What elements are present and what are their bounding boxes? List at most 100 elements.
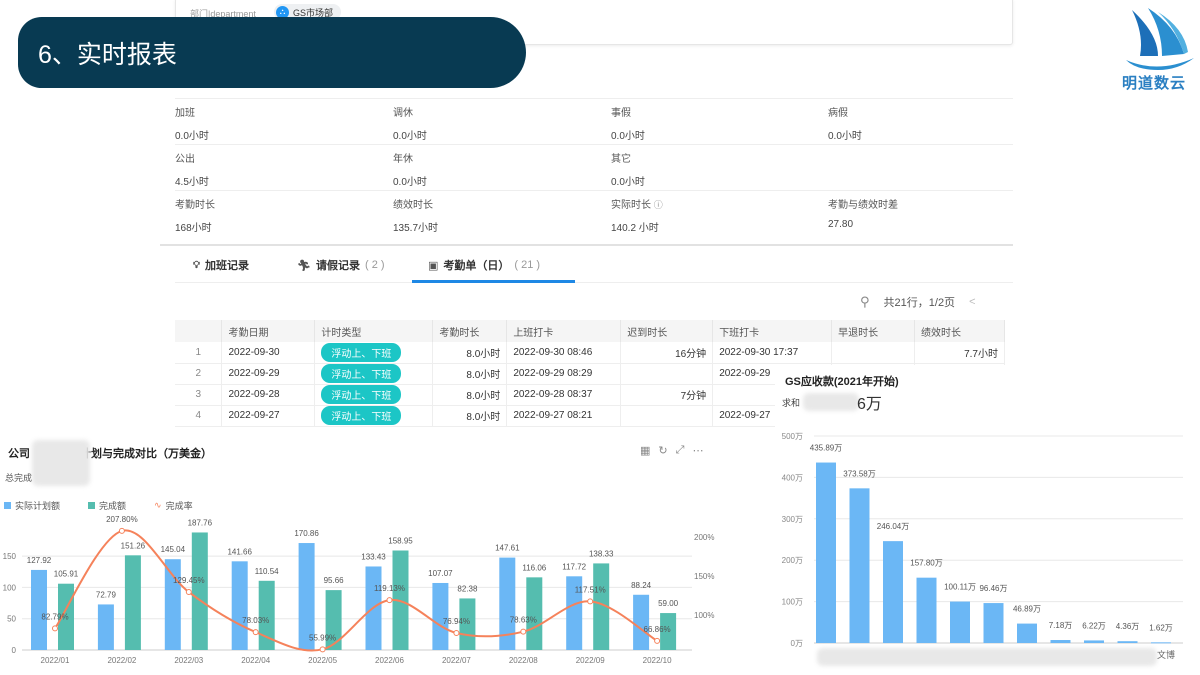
tab-daily-attendance[interactable]: ▣ 考勤单（日） ( 21 ) [428,256,540,274]
stat-value: 0.0小时 [393,177,427,188]
table-header-row: 考勤日期 计时类型 考勤时长 上班打卡 迟到时长 下班打卡 早退时长 绩效时长 [175,320,1005,342]
stat-attendance-hours: 考勤时长 168小时 [175,196,215,234]
x-tick-label: 2022/07 [442,656,471,665]
stats-row: 公出 4.5小时 年休 0.0小时 其它 0.0小时 [175,144,1013,190]
rate-point [520,628,527,635]
x-tick-label: 2022/08 [509,656,538,665]
bar-plan [231,561,248,650]
rate-label: 129.45% [173,576,205,585]
col-checkout[interactable]: 下班打卡 [712,320,833,342]
bar-label: 133.43 [361,552,386,561]
slide-title: 6、实时报表 [18,17,526,88]
stat-value: 0.0小时 [828,131,862,142]
x-tick-label: 2022/03 [174,656,203,665]
rate-point [118,527,125,534]
table-cell: 浮动上、下班 [314,363,434,385]
y-tick-label: 150 [3,552,17,561]
stat-sick-leave: 病假 0.0小时 [828,104,862,142]
bar [1017,623,1037,643]
table-toolbar: ⚲ 共21行，1/2页 < [860,294,976,310]
y-tick-label: 200万 [782,556,803,565]
bar-label: 46.89万 [1013,605,1041,614]
col-date[interactable]: 考勤日期 [221,320,316,342]
rate-point [453,629,460,636]
tab-leave-records[interactable]: 🏃︎ 请假记录 ( 2 ) [297,256,385,274]
bar-label: 1.62万 [1149,623,1173,632]
tab-overtime-records[interactable]: 💡︎ 加班记录 [193,256,249,274]
stat-label: 考勤时长 [175,200,215,211]
bar-done [191,532,208,650]
bar-label: 157.80万 [910,559,942,568]
bar-plan [164,559,181,650]
col-checkin[interactable]: 上班打卡 [506,320,622,342]
stat-other: 其它 0.0小时 [611,150,645,188]
stat-value: 168小时 [175,223,212,234]
stat-label: 加班 [175,108,195,119]
info-icon[interactable]: ⓘ [654,200,663,210]
search-icon[interactable]: ⚲ [860,294,870,310]
stat-label: 公出 [175,154,195,165]
table-cell: 8.0小时 [432,342,508,364]
rate-point [319,646,326,653]
col-early-leave[interactable]: 早退时长 [831,320,916,342]
stat-label: 病假 [828,108,848,119]
rate-label: 82.79% [41,612,68,621]
bar [849,488,870,643]
table-row[interactable]: 1 2022-09-30 浮动上、下班 8.0小时 2022-09-30 08:46 16… [175,342,1005,364]
plan-vs-completion-chart-panel: 公司 计划与完成对比（万美金） 总完成 ▦ ↻ ⤢ ⋯ 实际计划额 完成额 ∿ 完成… [0,432,720,675]
slide-title-text: 6、实时报表 [38,40,177,69]
table-cell: 2022-09-27 08:21 [506,405,622,427]
stat-label: 年休 [393,154,413,165]
col-late[interactable]: 迟到时长 [620,320,714,342]
table-cell: 2022-09-30 17:37 [712,342,833,364]
divider [160,244,1013,246]
y-tick-label: 500万 [782,432,803,441]
bar-label: 127.92 [27,556,52,565]
bar-label: 88.24 [631,581,652,590]
y-tick-label: 0 [12,646,17,655]
stat-label: 事假 [611,108,631,119]
bar-label: 138.33 [589,549,614,558]
bar [983,603,1004,643]
col-type[interactable]: 计时类型 [314,320,434,342]
stat-overtime: 加班 0.0小时 [175,104,209,142]
bar-label: 72.79 [96,590,117,599]
bar-label: 151.26 [121,541,146,550]
col-duration[interactable]: 考勤时长 [432,320,508,342]
rate-point [52,625,58,632]
x-tick-label: 2022/05 [308,656,337,665]
bar [1084,640,1104,643]
logo-text: 明道数云 [1122,75,1187,92]
rate-label: 207.80% [106,515,138,524]
table-cell [620,363,714,385]
y2-tick-label: 150% [694,572,714,581]
prev-page-button[interactable]: < [969,296,975,308]
active-tab-indicator [412,280,575,283]
tab-label: 考勤单（日） [443,260,510,272]
bar-label: 105.91 [54,570,79,579]
col-performance[interactable]: 绩效时长 [914,320,1005,342]
table-cell: 2 [175,363,223,385]
stat-value: 0.0小时 [611,177,645,188]
rate-point [252,629,259,636]
y-tick-label: 0万 [791,639,803,648]
tab-label: 加班记录 [205,260,249,272]
table-cell: 1 [175,342,223,364]
col-index [175,320,223,342]
bar-label: 117.72 [562,562,586,571]
table-icon: ▣ [428,259,439,272]
bar-label: 246.04万 [877,522,909,531]
table-cell: 2022-09-29 08:29 [506,363,622,385]
bar-label: 141.66 [227,547,252,556]
stat-value: 140.2 小时 [611,223,659,234]
table-cell: 2022-09-29 [221,363,316,385]
stat-value: 4.5小时 [175,177,209,188]
tab-count: ( 2 ) [364,259,385,271]
bar-done [526,577,543,650]
stat-label: 实际时长 ⓘ [611,196,663,211]
bar-label: 107.07 [428,569,453,578]
y-tick-label: 100 [3,583,17,592]
table-cell: 16分钟 [620,342,714,364]
rate-point [386,597,393,604]
stat-annual-leave: 年休 0.0小时 [393,150,427,188]
